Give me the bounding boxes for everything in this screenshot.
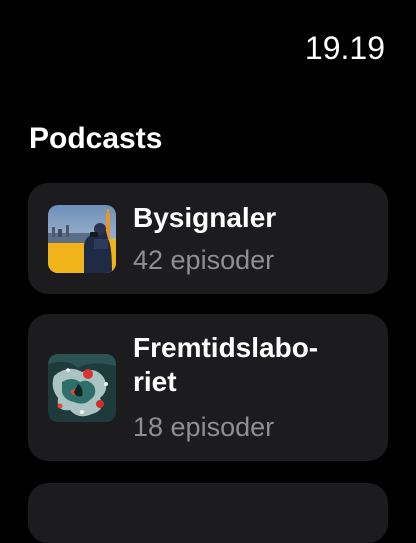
episode-count: 42 episoder	[133, 245, 275, 275]
episode-count: 18 episoder	[133, 412, 275, 442]
podcast-title-line-2: riet	[133, 366, 177, 397]
podcast-title: Fremtidslabo- riet	[133, 331, 370, 399]
podcast-card-partial[interactable]	[28, 483, 388, 543]
podcast-title: Bysignaler	[133, 202, 277, 233]
city-photographer-artwork	[48, 205, 116, 273]
podcast-title-line-1: Fremtidslabo-	[133, 332, 319, 363]
podcast-card-bysignaler[interactable]: Bysignaler 42 episoder	[28, 183, 388, 294]
abstract-splatter-artwork	[48, 354, 116, 422]
page-title: Podcasts	[29, 122, 163, 155]
podcast-card-fremtidslaboriet[interactable]: Fremtidslabo- riet 18 episoder	[28, 314, 388, 461]
status-time: 19.19	[304, 30, 385, 66]
